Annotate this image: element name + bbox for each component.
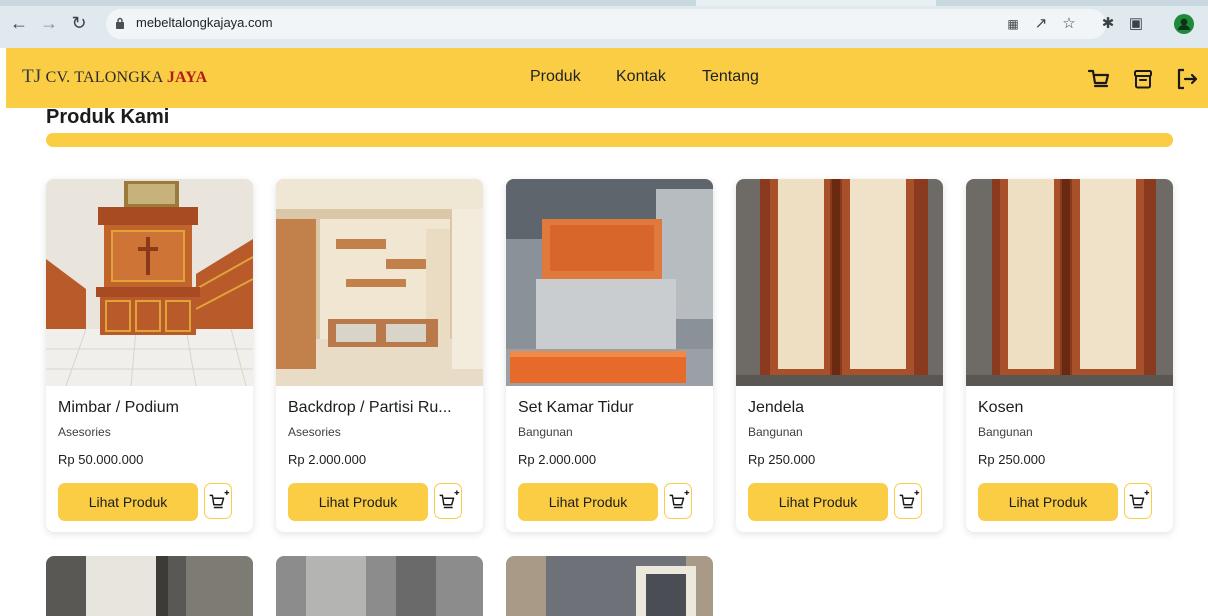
- product-image[interactable]: [736, 179, 943, 386]
- section-title: Produk Kami: [46, 106, 170, 128]
- site-logo[interactable]: TJ CV. TALONGKA JAYA: [22, 66, 207, 88]
- product-category: Bangunan: [978, 425, 1033, 439]
- product-price: Rp 250.000: [978, 452, 1046, 467]
- product-image[interactable]: [276, 179, 483, 386]
- bookmark-star-icon[interactable]: ☆: [1058, 13, 1080, 35]
- back-icon[interactable]: ←: [8, 12, 30, 34]
- product-price: Rp 250.000: [748, 452, 816, 467]
- nav-link-produk[interactable]: Produk: [530, 68, 581, 86]
- nav-link-tentang[interactable]: Tentang: [702, 68, 759, 86]
- side-panel-icon[interactable]: ▣: [1125, 13, 1147, 35]
- product-price: Rp 2.000.000: [518, 452, 597, 467]
- logo-name: CV. TALONGKA: [45, 69, 163, 86]
- view-product-button[interactable]: Lihat Produk: [518, 483, 658, 521]
- product-image[interactable]: [276, 556, 483, 616]
- product-image[interactable]: [506, 179, 713, 386]
- product-name[interactable]: Jendela: [748, 399, 804, 417]
- logo-accent: JAYA: [166, 69, 208, 86]
- forward-icon[interactable]: →: [38, 12, 60, 34]
- translate-icon[interactable]: ▦: [1002, 13, 1024, 35]
- product-category: Bangunan: [518, 425, 573, 439]
- product-card[interactable]: Jendela Bangunan Rp 250.000 Lihat Produk: [736, 179, 943, 532]
- product-card[interactable]: Kosen Bangunan Rp 250.000 Lihat Produk: [966, 179, 1173, 532]
- site-header: TJ CV. TALONGKA JAYA Produk Kontak Tenta…: [6, 48, 1208, 108]
- lock-icon: [116, 17, 124, 29]
- cart-icon[interactable]: [1086, 66, 1112, 92]
- tab-strip: [0, 0, 1208, 6]
- view-product-button[interactable]: Lihat Produk: [978, 483, 1118, 521]
- logo-mark: TJ: [22, 66, 42, 87]
- archive-icon[interactable]: [1130, 66, 1156, 92]
- product-image[interactable]: [506, 556, 713, 616]
- product-name[interactable]: Mimbar / Podium: [58, 399, 179, 417]
- product-card[interactable]: Backdrop / Partisi Ru... Asesories Rp 2.…: [276, 179, 483, 532]
- add-to-cart-icon[interactable]: [434, 483, 462, 519]
- share-icon[interactable]: ↗: [1030, 13, 1052, 35]
- product-image[interactable]: [966, 179, 1173, 386]
- browser-toolbar: ← → ↻ mebeltalongkajaya.com ▦ ↗ ☆ ✱ ▣: [0, 0, 1208, 48]
- reload-icon[interactable]: ↻: [68, 12, 90, 34]
- product-image[interactable]: [46, 179, 253, 386]
- url-text[interactable]: mebeltalongkajaya.com: [136, 15, 273, 30]
- add-to-cart-icon[interactable]: [1124, 483, 1152, 519]
- product-price: Rp 2.000.000: [288, 452, 367, 467]
- product-name[interactable]: Kosen: [978, 399, 1023, 417]
- profile-avatar-icon[interactable]: [1174, 14, 1194, 34]
- section-divider: [46, 133, 1173, 147]
- logout-icon[interactable]: [1174, 66, 1200, 92]
- product-price: Rp 50.000.000: [58, 452, 144, 467]
- product-name[interactable]: Set Kamar Tidur: [518, 399, 634, 417]
- active-tab[interactable]: [696, 0, 936, 6]
- product-image[interactable]: [46, 556, 253, 616]
- product-card[interactable]: Mimbar / Podium Asesories Rp 50.000.000 …: [46, 179, 253, 532]
- nav-link-kontak[interactable]: Kontak: [616, 68, 666, 86]
- extensions-icon[interactable]: ✱: [1097, 13, 1119, 35]
- add-to-cart-icon[interactable]: [664, 483, 692, 519]
- add-to-cart-icon[interactable]: [204, 483, 232, 519]
- add-to-cart-icon[interactable]: [894, 483, 922, 519]
- product-name[interactable]: Backdrop / Partisi Ru...: [288, 399, 452, 417]
- view-product-button[interactable]: Lihat Produk: [288, 483, 428, 521]
- product-category: Asesories: [288, 425, 341, 439]
- product-card[interactable]: Set Kamar Tidur Bangunan Rp 2.000.000 Li…: [506, 179, 713, 532]
- view-product-button[interactable]: Lihat Produk: [748, 483, 888, 521]
- product-category: Asesories: [58, 425, 111, 439]
- view-product-button[interactable]: Lihat Produk: [58, 483, 198, 521]
- product-category: Bangunan: [748, 425, 803, 439]
